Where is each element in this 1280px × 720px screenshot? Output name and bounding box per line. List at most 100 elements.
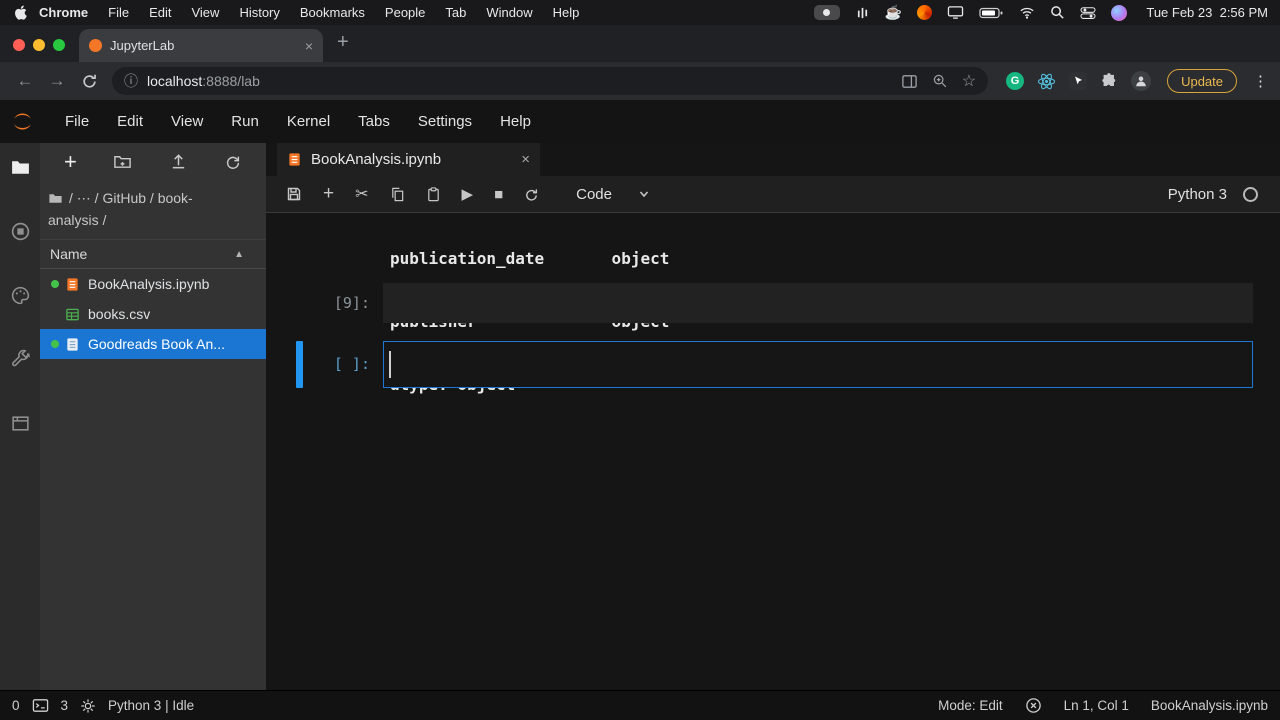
bookmark-star-icon[interactable]: ☆ [962,71,976,91]
jl-menu-help[interactable]: Help [486,113,545,130]
notifications-icon[interactable] [1025,697,1042,714]
new-folder-icon[interactable] [113,152,132,171]
chrome-toolbar: ← → ⓘ localhost :8888/lab ☆ G [0,62,1280,100]
app-swirl-icon[interactable] [917,5,932,20]
macos-menu-help[interactable]: Help [543,5,590,20]
sort-arrow-icon[interactable]: ▲ [234,249,244,260]
file-list-header[interactable]: Name ▲ [40,239,266,269]
copy-cell-icon[interactable] [390,187,405,202]
terminal-count[interactable]: 3 [61,698,69,713]
breadcrumb-line2[interactable]: analysis / [48,209,258,231]
macos-menu-view[interactable]: View [181,5,229,20]
cut-cell-icon[interactable]: ✂ [355,184,368,204]
breadcrumb-line1[interactable]: / ⋯ / GitHub / book- [69,187,193,209]
save-icon[interactable] [286,186,302,202]
kernel-status-text[interactable]: Python 3 | Idle [108,698,194,713]
macos-menu-tab[interactable]: Tab [435,5,476,20]
cell-type-dropdown[interactable]: Code [576,186,650,203]
insert-cell-icon[interactable]: + [323,183,334,205]
macos-menu-window[interactable]: Window [476,5,542,20]
spotlight-search-icon[interactable] [1050,5,1065,20]
macos-menu-history[interactable]: History [229,5,289,20]
tab-close-icon[interactable]: × [305,38,313,54]
side-panel-icon[interactable] [901,73,918,90]
extensions-puzzle-icon[interactable] [1100,72,1118,90]
equalizer-icon[interactable] [855,5,870,20]
browser-tab-jupyterlab[interactable]: JupyterLab × [79,29,323,62]
statusbar-filename[interactable]: BookAnalysis.ipynb [1151,698,1268,713]
jupyterlab-menubar: File Edit View Run Kernel Tabs Settings … [0,100,1280,143]
siri-icon[interactable] [1111,5,1127,21]
restart-kernel-icon[interactable] [524,187,539,202]
coffee-icon[interactable]: ☕ [885,4,902,21]
refresh-icon[interactable] [224,153,242,171]
zoom-window-button[interactable] [53,39,65,51]
palette-icon[interactable] [10,285,31,306]
react-devtools-extension-icon[interactable] [1037,72,1056,91]
macos-menu-file[interactable]: File [98,5,139,20]
stop-kernel-icon[interactable]: ■ [494,186,503,203]
macos-menu-people[interactable]: People [375,5,435,20]
new-tab-button[interactable]: + [337,31,349,54]
cursor-extension-icon[interactable] [1069,72,1087,90]
breadcrumb[interactable]: / ⋯ / GitHub / book- analysis / [40,180,266,239]
jl-menu-edit[interactable]: Edit [103,113,157,130]
file-row-bookanalysis[interactable]: BookAnalysis.ipynb [40,269,266,299]
macos-menu-bookmarks[interactable]: Bookmarks [290,5,375,20]
terminal-icon[interactable] [32,697,49,714]
profile-avatar[interactable] [1131,71,1151,91]
reload-icon[interactable] [76,73,102,90]
minimize-window-button[interactable] [33,39,45,51]
kernel-count[interactable]: 0 [12,698,20,713]
upload-icon[interactable] [169,152,188,171]
jl-menu-settings[interactable]: Settings [404,113,486,130]
back-icon[interactable]: ← [12,71,38,91]
empty-code-editor[interactable] [383,341,1253,388]
wifi-icon[interactable] [1019,6,1035,20]
display-icon[interactable] [947,5,964,20]
notebook-toolbar: + ✂ ▶ ■ Code [266,176,1280,213]
kernel-name[interactable]: Python 3 [1168,186,1227,203]
jl-menu-view[interactable]: View [157,113,217,130]
macos-app-name[interactable]: Chrome [27,5,98,20]
file-name: BookAnalysis.ipynb [88,276,209,292]
notebook-scroll-area[interactable]: publication_date object publisher object… [266,213,1280,690]
site-info-icon[interactable]: ⓘ [124,71,138,91]
zoom-icon[interactable] [932,73,948,89]
chrome-menu-kebab-icon[interactable]: ⋮ [1253,72,1268,90]
tools-wrench-icon[interactable] [10,349,31,370]
gear-icon[interactable] [80,698,96,714]
control-center-icon[interactable] [1080,6,1096,20]
close-window-button[interactable] [13,39,25,51]
file-row-goodreads-selected[interactable]: Goodreads Book An... [40,329,266,359]
document-tab-close-icon[interactable]: × [521,151,530,168]
battery-icon[interactable] [979,6,1004,20]
home-folder-icon[interactable] [48,191,63,206]
paste-cell-icon[interactable] [426,187,441,202]
run-cell-icon[interactable]: ▶ [462,185,474,203]
jl-menu-run[interactable]: Run [217,113,273,130]
chrome-update-button[interactable]: Update [1167,69,1237,93]
address-bar[interactable]: ⓘ localhost :8888/lab ☆ [112,67,988,95]
file-row-bookscsv[interactable]: books.csv [40,299,266,329]
kernel-status-icon[interactable] [1243,187,1258,202]
screen-recording-icon[interactable] [814,5,840,20]
file-browser-icon[interactable] [10,157,31,178]
document-tab-bookanalysis[interactable]: BookAnalysis.ipynb × [277,143,540,176]
jl-menu-tabs[interactable]: Tabs [344,113,404,130]
macos-menu-edit[interactable]: Edit [139,5,181,20]
new-launcher-icon[interactable]: + [64,151,77,173]
mode-indicator[interactable]: Mode: Edit [938,698,1003,713]
menubar-clock[interactable]: Tue Feb 23 2:56 PM [1146,5,1268,20]
jl-menu-file[interactable]: File [51,113,103,130]
jl-menu-kernel[interactable]: Kernel [273,113,344,130]
code-cell-9[interactable]: [9]: books['publication_date'] = pd.to_d… [266,283,1280,323]
cursor-position[interactable]: Ln 1, Col 1 [1064,698,1129,713]
forward-icon[interactable]: → [44,71,70,91]
running-sessions-icon[interactable] [10,221,31,242]
code-editor[interactable]: books['publication_date'] = pd.to_dateti… [383,283,1253,323]
active-empty-cell[interactable]: [ ]: [266,341,1280,388]
tabs-panel-icon[interactable] [10,413,31,434]
apple-logo-icon[interactable] [14,5,27,20]
grammarly-extension-icon[interactable]: G [1006,72,1024,90]
